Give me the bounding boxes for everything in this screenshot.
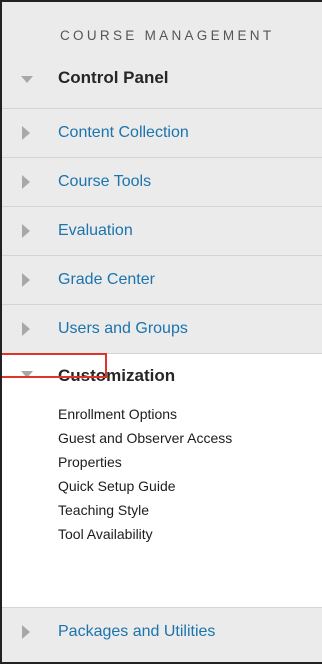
caret-down-icon <box>21 76 33 83</box>
menu-item-grade-center[interactable]: Grade Center <box>2 255 322 304</box>
submenu-item-label: Properties <box>58 454 122 470</box>
customization-submenu: Enrollment Options Guest and Observer Ac… <box>2 353 322 546</box>
highlight-box <box>2 353 107 378</box>
menu-item-label: Users and Groups <box>58 320 188 337</box>
caret-right-icon <box>22 126 30 140</box>
menu-item-label: Content Collection <box>58 124 189 141</box>
submenu-item-quick-setup-guide[interactable]: Quick Setup Guide <box>58 474 322 498</box>
submenu-item-label: Quick Setup Guide <box>58 478 176 494</box>
caret-right-icon <box>22 273 30 287</box>
submenu-item-properties[interactable]: Properties <box>2 353 322 474</box>
menu-item-content-collection[interactable]: Content Collection <box>2 108 322 157</box>
submenu-item-enrollment-options[interactable]: Enrollment Options <box>58 402 322 426</box>
caret-right-icon <box>22 224 30 238</box>
submenu-item-label: Tool Availability <box>58 526 153 542</box>
submenu-item-tool-availability[interactable]: Tool Availability <box>58 522 322 546</box>
customization-section: Customization Enrollment Options Guest a… <box>2 353 322 607</box>
course-management-header: COURSE MANAGEMENT <box>60 28 275 43</box>
submenu-item-guest-and-observer-access[interactable]: Guest and Observer Access <box>58 426 322 450</box>
submenu-item-label: Teaching Style <box>58 502 150 518</box>
menu-item-evaluation[interactable]: Evaluation <box>2 206 322 255</box>
menu-item-course-tools[interactable]: Course Tools <box>2 157 322 206</box>
course-management-panel: COURSE MANAGEMENT Control Panel Content … <box>0 0 322 664</box>
control-panel-label: Control Panel <box>58 68 169 87</box>
control-panel-toggle[interactable]: Control Panel <box>2 64 322 108</box>
menu-item-label: Packages and Utilities <box>58 623 216 640</box>
caret-right-icon <box>22 322 30 336</box>
menu-item-users-and-groups[interactable]: Users and Groups <box>2 304 322 353</box>
menu-item-label: Course Tools <box>58 173 152 190</box>
submenu-item-label: Guest and Observer Access <box>58 430 233 446</box>
caret-right-icon <box>22 625 30 639</box>
menu-item-label: Evaluation <box>58 222 133 239</box>
submenu-item-teaching-style[interactable]: Teaching Style <box>58 498 322 522</box>
submenu-item-label: Enrollment Options <box>58 406 178 422</box>
menu-item-packages-and-utilities[interactable]: Packages and Utilities <box>2 607 322 656</box>
caret-right-icon <box>22 175 30 189</box>
menu-item-label: Grade Center <box>58 271 155 288</box>
